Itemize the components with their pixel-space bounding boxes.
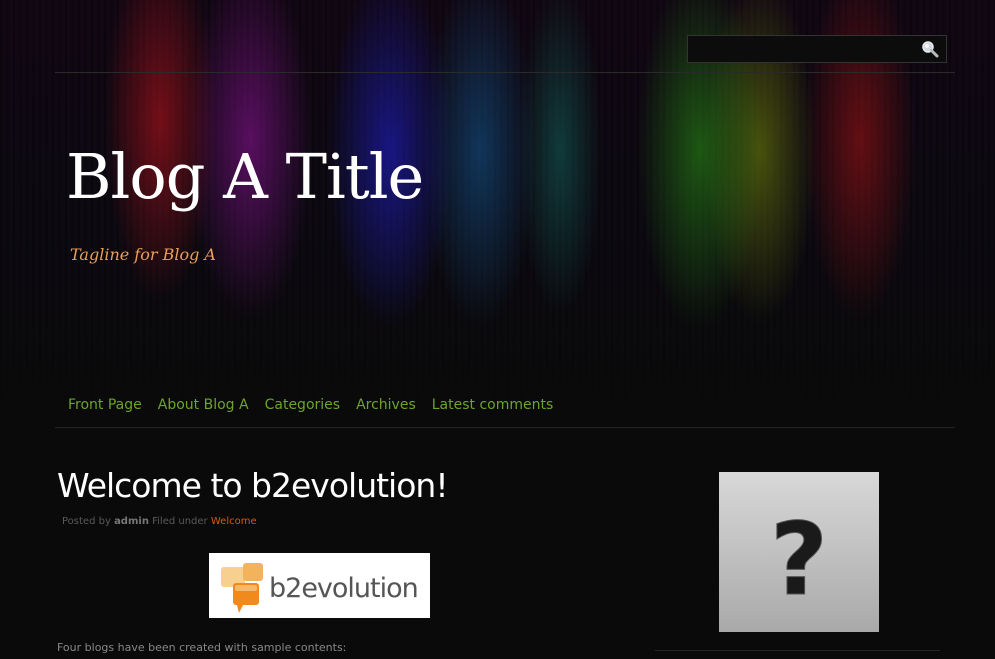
header-background [0, 0, 995, 430]
menu-divider [55, 427, 955, 428]
svg-text:?: ? [770, 501, 828, 618]
filed-under-label: Filed under [152, 516, 208, 527]
posted-by-label: Posted by [62, 516, 111, 527]
logo-wordmark: b2evolution [269, 573, 419, 604]
search-input[interactable] [692, 39, 916, 61]
search-form [687, 35, 947, 63]
avatar[interactable]: ? [719, 472, 879, 632]
post-title[interactable]: Welcome to b2evolution! [57, 466, 449, 505]
nav-front-page[interactable]: Front Page [60, 396, 150, 414]
post-meta: Posted by admin Filed under Welcome [62, 516, 257, 527]
nav-categories[interactable]: Categories [257, 396, 348, 414]
question-mark-icon: ? [769, 501, 828, 619]
b2evolution-logo[interactable]: b2evolution [209, 553, 430, 618]
magnifier-icon [922, 41, 939, 58]
post-intro-text: Four blogs have been created with sample… [57, 641, 347, 654]
main-menu: Front Page About Blog A Categories Archi… [60, 396, 561, 414]
header-top-divider [55, 72, 955, 73]
blog-title[interactable]: Blog A Title [66, 140, 424, 213]
post-category-link[interactable]: Welcome [211, 516, 257, 527]
nav-latest-comments[interactable]: Latest comments [424, 396, 562, 414]
nav-about-blog-a[interactable]: About Blog A [150, 396, 257, 414]
nav-archives[interactable]: Archives [348, 396, 424, 414]
search-button[interactable] [921, 40, 939, 58]
sidebar-divider [655, 650, 940, 651]
blog-tagline: Tagline for Blog A [70, 245, 216, 264]
speech-bubbles-icon [221, 563, 263, 613]
post-author: admin [114, 516, 149, 527]
